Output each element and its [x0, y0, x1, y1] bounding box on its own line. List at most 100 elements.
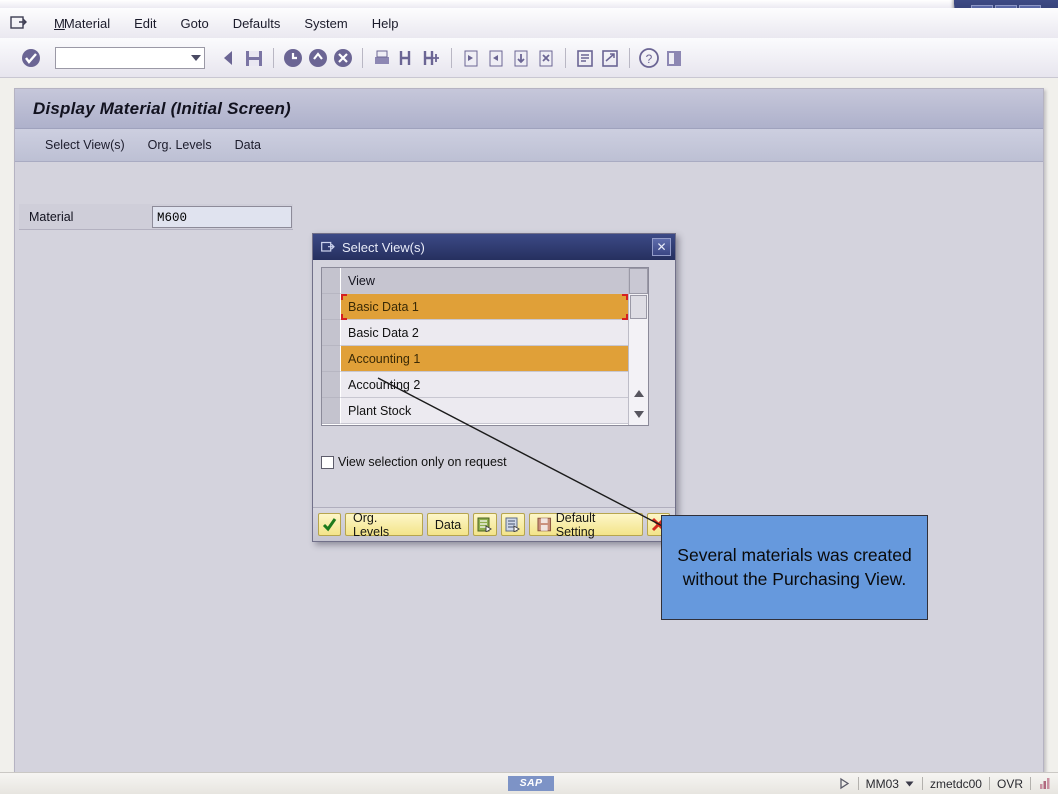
focus-corner-icon — [622, 314, 628, 320]
menu-item-material[interactable]: MMaterial — [42, 14, 122, 33]
print-icon[interactable] — [371, 46, 393, 70]
sap-session-icon[interactable] — [10, 15, 28, 31]
toolbar-separator — [629, 47, 630, 68]
column-header-view: View — [341, 268, 628, 294]
create-session-icon[interactable] — [574, 46, 596, 70]
shortcut-icon[interactable] — [599, 46, 621, 70]
dialog-body: View Basic Data 1 Basic Data 2 Accountin… — [313, 260, 675, 469]
exit-icon[interactable] — [282, 46, 304, 70]
scrollbar-corner — [629, 268, 648, 294]
status-bar: SAP MM03 zmetdc00 OVR — [0, 772, 1058, 794]
focus-corner-icon — [622, 294, 628, 300]
forward-triangle-icon[interactable] — [838, 777, 851, 790]
main-toolbar: ? — [0, 38, 1058, 78]
material-input[interactable]: M600 — [152, 205, 292, 228]
row-selector-cell[interactable] — [322, 320, 341, 346]
row-selector-cell — [322, 268, 341, 294]
menu-item-help[interactable]: Help — [360, 14, 411, 33]
chevron-down-icon[interactable] — [191, 54, 201, 61]
org-levels-button[interactable]: Org. Levels — [345, 511, 423, 539]
page-title: Display Material (Initial Screen) — [33, 98, 291, 118]
default-setting-button[interactable]: Default Setting — [529, 510, 643, 539]
scrollbar-thumb[interactable] — [630, 295, 647, 319]
menu-item-system[interactable]: System — [292, 14, 359, 33]
previous-page-icon[interactable] — [485, 46, 507, 70]
view-list: View Basic Data 1 Basic Data 2 Accountin… — [321, 267, 649, 426]
last-page-icon[interactable] — [535, 46, 557, 70]
scrollbar-track[interactable] — [629, 320, 648, 383]
table-row[interactable]: Accounting 1 — [322, 346, 628, 372]
row-selector-cell[interactable] — [322, 346, 341, 372]
sap-logo: SAP — [508, 776, 554, 791]
status-separator — [921, 777, 923, 790]
svg-text:?: ? — [646, 52, 653, 66]
toolbar-separator — [565, 47, 566, 68]
view-row-label: Accounting 2 — [341, 372, 628, 398]
annotation-callout: Several materials was created without th… — [661, 515, 928, 620]
green-check-icon — [322, 518, 337, 532]
first-page-icon[interactable] — [460, 46, 482, 70]
row-selector-cell[interactable] — [322, 398, 341, 424]
next-page-icon[interactable] — [510, 46, 532, 70]
menu-label-system: System — [304, 15, 348, 31]
window-title-strip — [0, 0, 1058, 8]
data-label: Data — [434, 517, 462, 532]
chevron-down-icon[interactable] — [904, 778, 915, 789]
view-row-label: Basic Data 1 — [341, 294, 628, 320]
status-transaction: MM03 — [865, 776, 899, 791]
command-field[interactable] — [55, 46, 205, 69]
view-selection-checkbox-label: View selection only on request — [338, 455, 507, 469]
dialog-button-bar: Org. Levels Data Default Setting — [313, 507, 675, 541]
select-all-button[interactable] — [473, 513, 498, 536]
menu-label-edit: Edit — [134, 15, 157, 31]
view-list-rows: View Basic Data 1 Basic Data 2 Accountin… — [322, 268, 628, 425]
data-button[interactable]: Data — [426, 513, 470, 536]
back-arrow-icon[interactable] — [218, 46, 240, 70]
annotation-text: Several materials was created without th… — [677, 545, 912, 589]
app-button-data[interactable]: Data — [225, 135, 271, 155]
view-selection-checkbox[interactable] — [321, 455, 334, 469]
status-system: zmetdc00 — [929, 776, 982, 791]
view-row-label: Accounting 1 — [341, 346, 628, 372]
select-all-icon — [477, 517, 493, 532]
scroll-down-button[interactable] — [629, 404, 648, 425]
dialog-close-button[interactable]: ✕ — [652, 238, 671, 256]
table-row[interactable]: Plant Stock — [322, 398, 628, 424]
deselect-all-button[interactable] — [501, 513, 526, 536]
status-chart-icon[interactable] — [1038, 777, 1052, 790]
continue-button[interactable] — [318, 513, 341, 536]
find-next-icon[interactable] — [421, 46, 443, 70]
view-list-header: View — [322, 268, 628, 294]
view-row-label: Plant Stock — [341, 398, 628, 424]
menu-label-defaults: Defaults — [232, 15, 281, 31]
app-button-org-levels[interactable]: Org. Levels — [138, 135, 222, 155]
cancel-x-icon[interactable] — [332, 46, 354, 70]
status-separator — [857, 777, 859, 790]
help-icon[interactable]: ? — [638, 46, 660, 70]
menu-item-edit[interactable]: Edit — [122, 14, 168, 33]
enter-check-icon[interactable] — [20, 46, 42, 70]
save-icon[interactable] — [243, 46, 265, 70]
app-button-select-views[interactable]: Select View(s) — [35, 135, 135, 155]
row-selector-cell[interactable] — [322, 294, 341, 320]
deselect-all-icon — [505, 517, 521, 532]
menu-item-defaults[interactable]: Defaults — [221, 14, 293, 33]
row-selector-cell[interactable] — [322, 372, 341, 398]
scroll-up-button[interactable] — [629, 383, 648, 404]
menu-item-goto[interactable]: Goto — [169, 14, 221, 33]
dialog-window-icon — [321, 241, 335, 252]
table-row[interactable]: Basic Data 2 — [322, 320, 628, 346]
screen-title-bar: Display Material (Initial Screen) — [15, 89, 1043, 129]
list-scrollbar[interactable] — [628, 268, 648, 425]
table-row[interactable]: Accounting 2 — [322, 372, 628, 398]
layout-menu-icon[interactable] — [663, 46, 685, 70]
select-views-dialog: Select View(s) ✕ View Basic Data 1 Basic… — [312, 233, 676, 542]
chevron-down-icon — [633, 411, 644, 418]
material-label: Material — [29, 209, 74, 224]
find-icon[interactable] — [396, 46, 418, 70]
cancel-up-icon[interactable] — [307, 46, 329, 70]
status-insert-mode: OVR — [996, 776, 1023, 791]
table-row[interactable]: Basic Data 1 — [322, 294, 628, 320]
default-setting-label: Default Setting — [555, 510, 596, 539]
view-selection-checkbox-row[interactable]: View selection only on request — [321, 455, 667, 469]
